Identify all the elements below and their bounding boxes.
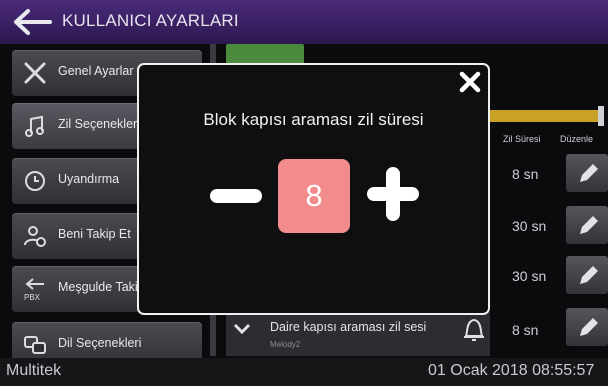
list-item[interactable] xyxy=(226,312,490,356)
sidebar-item-label: Meşgulde Takip xyxy=(58,280,145,294)
ring-duration: 8 sn xyxy=(512,166,539,182)
duration-value: 8 xyxy=(305,178,323,213)
edit-button[interactable] xyxy=(566,256,608,294)
ring-duration: 30 sn xyxy=(512,218,547,234)
column-header-duration: Zil Süresi xyxy=(503,134,541,144)
sidebar-item-label: Zil Seçenekleri xyxy=(58,117,140,131)
list-item-title: Daire kapısı araması zil sesi xyxy=(270,320,427,334)
list-item-subtitle: Melody2 xyxy=(270,340,301,349)
date-time: 01 Ocak 2018 08:55:57 xyxy=(428,362,595,379)
edit-button[interactable] xyxy=(566,154,608,192)
back-arrow-icon[interactable] xyxy=(10,8,54,36)
increment-button[interactable] xyxy=(367,167,419,221)
sidebar-item-label: Beni Takip Et xyxy=(58,227,131,241)
language-icon xyxy=(22,332,48,358)
edit-button[interactable] xyxy=(566,308,608,346)
volume-slider-knob[interactable] xyxy=(598,106,604,126)
sidebar-item-label: Uyandırma xyxy=(58,172,120,186)
ring-duration: 8 sn xyxy=(512,322,539,338)
column-header-edit: Düzenle xyxy=(560,134,594,144)
wrench-screwdriver-icon xyxy=(22,60,48,86)
person-follow-icon xyxy=(22,223,48,249)
page-title: KULLANICI AYARLARI xyxy=(62,11,239,30)
volume-slider[interactable] xyxy=(490,110,604,122)
brand-name: Multitek xyxy=(6,362,62,379)
sidebar-item-label: Dil Seçenekleri xyxy=(58,336,142,350)
close-icon[interactable] xyxy=(458,70,482,94)
bell-icon[interactable] xyxy=(462,316,486,344)
ring-duration: 30 sn xyxy=(512,268,547,284)
chevron-down-icon[interactable] xyxy=(232,322,252,336)
clock-icon xyxy=(22,168,48,194)
dialog-label: Blok kapısı araması zil süresi xyxy=(203,110,424,129)
music-note-icon xyxy=(22,113,48,139)
pbx-icon-text: PBX xyxy=(24,293,41,302)
pbx-forward-icon: PBX xyxy=(22,276,48,302)
edit-button[interactable] xyxy=(566,206,608,244)
decrement-button[interactable] xyxy=(210,189,262,203)
sidebar-item-label: Genel Ayarlar xyxy=(58,64,134,78)
